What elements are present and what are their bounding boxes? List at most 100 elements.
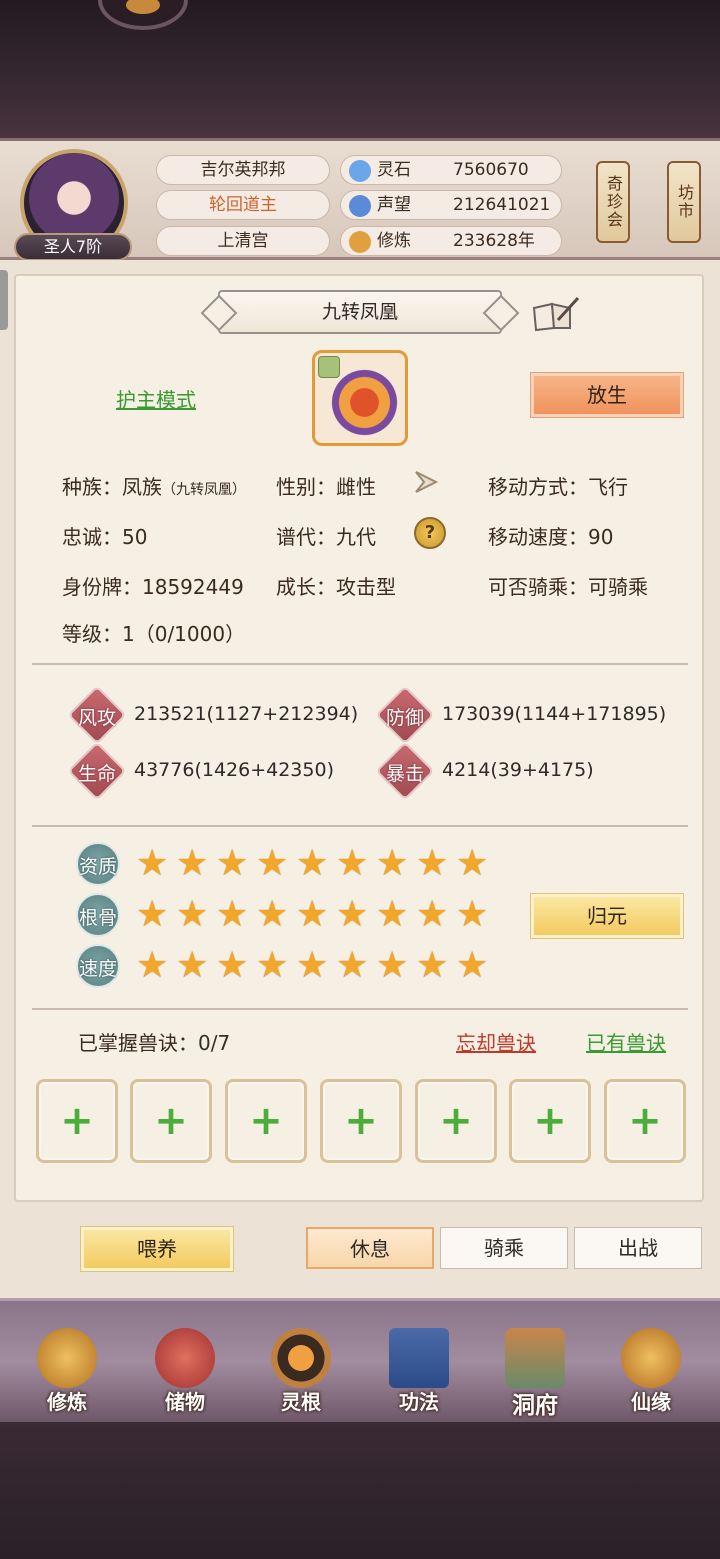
mastered-skills-info: 已掌握兽诀：0/7 bbox=[78, 1031, 231, 1055]
side-handle[interactable] bbox=[0, 270, 8, 330]
move-speed-info: 移动速度：90 bbox=[488, 525, 614, 549]
stat-label: 防御 bbox=[385, 707, 424, 729]
cultivation-monk-icon bbox=[37, 1328, 97, 1388]
level-info: 等级：1（0/1000） bbox=[62, 622, 246, 646]
resource-spirit-stone: 灵石 7560670 bbox=[340, 155, 562, 185]
player-title: 轮回道主 bbox=[156, 190, 330, 220]
star-row: ★ ★ ★ ★ ★ ★ ★ ★ ★ bbox=[136, 846, 492, 882]
skill-slot[interactable]: + bbox=[320, 1079, 402, 1163]
gender-info: 性别：雌性 bbox=[276, 475, 376, 499]
quality-label: 速度 bbox=[78, 958, 117, 980]
skill-slot[interactable]: + bbox=[509, 1079, 591, 1163]
stat-label: 风攻 bbox=[77, 707, 116, 729]
star-icon: ★ bbox=[136, 945, 169, 986]
quality-label: 根骨 bbox=[78, 907, 117, 929]
rideable-info: 可否骑乘：可骑乘 bbox=[488, 575, 648, 599]
star-icon: ★ bbox=[216, 894, 249, 935]
nav-cultivation[interactable]: 修炼 bbox=[22, 1328, 112, 1418]
rank-badge: 圣人7阶 bbox=[14, 233, 132, 261]
star-icon: ★ bbox=[176, 894, 209, 935]
book-quill-icon[interactable] bbox=[530, 294, 580, 334]
star-icon: ★ bbox=[456, 843, 489, 884]
cave-abode-icon bbox=[505, 1328, 565, 1388]
spirit-stone-icon bbox=[349, 160, 371, 182]
star-icon: ★ bbox=[216, 843, 249, 884]
divider bbox=[32, 1008, 688, 1010]
star-icon: ★ bbox=[136, 843, 169, 884]
id-info: 身份牌：18592449 bbox=[62, 575, 244, 599]
star-row: ★ ★ ★ ★ ★ ★ ★ ★ ★ bbox=[136, 897, 492, 933]
star-icon: ★ bbox=[456, 945, 489, 986]
plus-icon: + bbox=[60, 1098, 94, 1144]
star-icon: ★ bbox=[256, 894, 289, 935]
lock-icon[interactable] bbox=[318, 356, 340, 378]
plus-icon: + bbox=[439, 1098, 473, 1144]
feed-button[interactable]: 喂养 bbox=[80, 1226, 234, 1272]
stat-label: 暴击 bbox=[385, 763, 424, 785]
skill-slot[interactable]: + bbox=[604, 1079, 686, 1163]
star-row: ★ ★ ★ ★ ★ ★ ★ ★ ★ bbox=[136, 948, 492, 984]
resource-reputation: 声望 212641021 bbox=[340, 190, 562, 220]
loyalty-info: 忠诚：50 bbox=[62, 525, 148, 549]
release-button[interactable]: 放生 bbox=[530, 372, 684, 418]
nav-technique[interactable]: 功法 bbox=[374, 1328, 464, 1418]
technique-book-icon bbox=[389, 1328, 449, 1388]
star-icon: ★ bbox=[376, 894, 409, 935]
race-info: 种族：凤族（九转凤凰） bbox=[62, 475, 246, 499]
plus-icon: + bbox=[154, 1098, 188, 1144]
fate-gourd-icon bbox=[621, 1328, 681, 1388]
star-icon: ★ bbox=[256, 945, 289, 986]
guard-mode-link[interactable]: 护主模式 bbox=[116, 384, 196, 413]
star-icon: ★ bbox=[296, 843, 329, 884]
bottom-backdrop bbox=[0, 1422, 720, 1559]
nav-fate[interactable]: 仙缘 bbox=[606, 1328, 696, 1418]
star-icon: ★ bbox=[376, 945, 409, 986]
move-type-info: 移动方式：飞行 bbox=[488, 475, 628, 499]
plus-icon: + bbox=[628, 1098, 662, 1144]
pet-name-plate: 九转凤凰 bbox=[218, 290, 502, 334]
skill-slot[interactable]: + bbox=[130, 1079, 212, 1163]
stat-label: 生命 bbox=[77, 763, 116, 785]
star-icon: ★ bbox=[176, 945, 209, 986]
resource-cultivation: 修炼 233628年 bbox=[340, 226, 562, 256]
star-icon: ★ bbox=[376, 843, 409, 884]
nav-cave-abode[interactable]: 洞府 bbox=[490, 1328, 580, 1419]
skill-slot[interactable]: + bbox=[36, 1079, 118, 1163]
star-icon: ★ bbox=[176, 843, 209, 884]
stat-value: 173039(1144+171895) bbox=[442, 703, 667, 725]
tab-rest[interactable]: 休息 bbox=[306, 1227, 434, 1269]
tab-battle[interactable]: 出战 bbox=[574, 1227, 702, 1269]
star-icon: ★ bbox=[416, 894, 449, 935]
star-icon: ★ bbox=[336, 945, 369, 986]
top-backdrop bbox=[0, 0, 720, 140]
market-button[interactable]: 坊市 bbox=[667, 161, 701, 243]
plus-icon: + bbox=[533, 1098, 567, 1144]
skill-slot[interactable]: + bbox=[415, 1079, 497, 1163]
help-icon[interactable]: ? bbox=[414, 517, 446, 549]
forget-skill-link[interactable]: 忘却兽诀 bbox=[456, 1027, 536, 1056]
divider bbox=[32, 825, 688, 827]
skill-slot[interactable]: + bbox=[225, 1079, 307, 1163]
star-icon: ★ bbox=[336, 843, 369, 884]
arrow-right-icon[interactable] bbox=[412, 468, 444, 496]
owned-skills-link[interactable]: 已有兽诀 bbox=[586, 1027, 666, 1056]
return-origin-button[interactable]: 归元 bbox=[530, 893, 684, 939]
quality-label: 资质 bbox=[78, 856, 117, 878]
stat-value: 213521(1127+212394) bbox=[134, 703, 359, 725]
player-name: 吉尔英邦邦 bbox=[156, 155, 330, 185]
spirit-root-icon bbox=[271, 1328, 331, 1388]
star-icon: ★ bbox=[336, 894, 369, 935]
nav-spirit-root[interactable]: 灵根 bbox=[256, 1328, 346, 1418]
star-icon: ★ bbox=[416, 945, 449, 986]
star-icon: ★ bbox=[296, 945, 329, 986]
player-sect: 上清宫 bbox=[156, 226, 330, 256]
star-icon: ★ bbox=[136, 894, 169, 935]
treasure-shop-button[interactable]: 奇珍会 bbox=[596, 161, 630, 243]
nav-storage[interactable]: 储物 bbox=[140, 1328, 230, 1418]
meditation-icon bbox=[349, 231, 371, 253]
player-header: 圣人7阶 吉尔英邦邦 轮回道主 上清宫 灵石 7560670 声望 212641… bbox=[0, 138, 720, 261]
tab-ride[interactable]: 骑乘 bbox=[440, 1227, 568, 1269]
star-icon: ★ bbox=[256, 843, 289, 884]
plus-icon: + bbox=[249, 1098, 283, 1144]
generation-info: 谱代：九代 bbox=[276, 525, 376, 549]
